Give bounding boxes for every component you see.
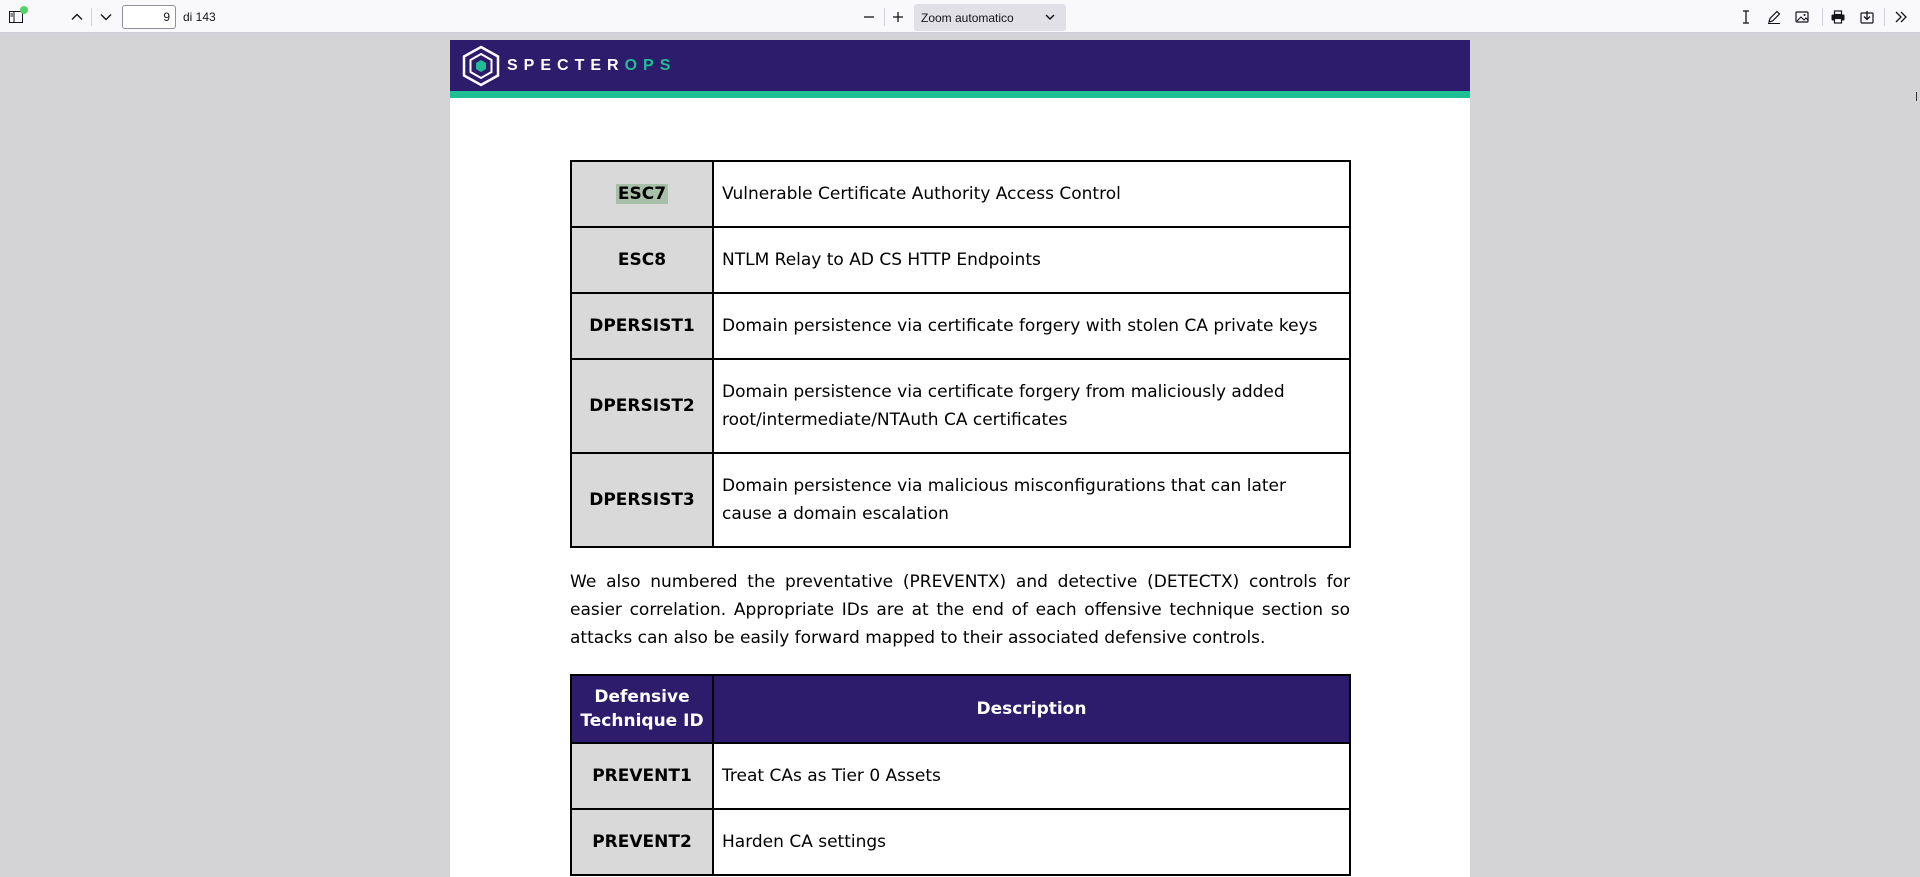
specterops-logo-icon xyxy=(462,45,500,87)
table-row: PREVENT1 Treat CAs as Tier 0 Assets xyxy=(570,742,1351,810)
technique-id-cell: PREVENT2 xyxy=(570,808,714,876)
technique-id-cell: DPERSIST1 xyxy=(570,292,714,360)
save-button[interactable] xyxy=(1855,5,1879,29)
table-header-row: Defensive Technique ID Description xyxy=(570,674,1351,744)
technique-desc-cell: Harden CA settings xyxy=(712,808,1351,876)
plus-icon xyxy=(893,12,903,22)
text-cursor-icon xyxy=(1743,10,1749,24)
column-header-description: Description xyxy=(712,674,1351,744)
technique-id-cell: PREVENT1 xyxy=(570,742,714,810)
defensive-technique-table: Defensive Technique ID Description PREVE… xyxy=(570,674,1351,876)
technique-id-cell: DPERSIST2 xyxy=(570,358,714,454)
image-icon xyxy=(1795,11,1809,23)
technique-id-cell: ESC7 xyxy=(570,160,714,228)
technique-id-cell: ESC8 xyxy=(570,226,714,294)
scrollbar[interactable] xyxy=(1916,92,1917,101)
technique-id-cell: DPERSIST3 xyxy=(570,452,714,548)
technique-desc-cell: NTLM Relay to AD CS HTTP Endpoints xyxy=(712,226,1351,294)
table-row: ESC7 Vulnerable Certificate Authority Ac… xyxy=(570,160,1351,228)
zoom-select-value: Zoom automatico xyxy=(921,10,1014,25)
pdf-toolbar: di 143 Zoom automatico xyxy=(0,0,1920,33)
zoom-out-button[interactable] xyxy=(857,5,881,29)
page-header-banner: SPECTEROPS xyxy=(450,40,1470,98)
technique-desc-cell: Domain persistence via certificate forge… xyxy=(712,358,1351,454)
next-page-button[interactable] xyxy=(94,5,118,29)
table-row: ESC8 NTLM Relay to AD CS HTTP Endpoints xyxy=(570,226,1351,294)
search-highlight: ESC7 xyxy=(615,184,669,204)
minus-icon xyxy=(864,16,874,18)
body-paragraph: We also numbered the preventative (PREVE… xyxy=(570,572,1350,648)
chevron-up-icon xyxy=(71,13,83,20)
technique-desc-cell: Domain persistence via certificate forge… xyxy=(712,292,1351,360)
chevron-down-icon xyxy=(100,14,112,21)
image-tool-button[interactable] xyxy=(1790,5,1814,29)
page-number-input[interactable] xyxy=(122,5,176,29)
notification-dot-icon xyxy=(20,6,28,14)
printer-icon xyxy=(1831,10,1845,24)
technique-desc-cell: Treat CAs as Tier 0 Assets xyxy=(712,742,1351,810)
previous-page-button[interactable] xyxy=(65,5,89,29)
table-row: DPERSIST1 Domain persistence via certifi… xyxy=(570,292,1351,360)
specterops-logo-text: SPECTEROPS xyxy=(507,57,677,74)
draw-tool-button[interactable] xyxy=(1762,5,1786,29)
table-row: DPERSIST3 Domain persistence via malicio… xyxy=(570,452,1351,548)
download-icon xyxy=(1860,11,1874,24)
text-tool-button[interactable] xyxy=(1734,5,1758,29)
table-row: PREVENT2 Harden CA settings xyxy=(570,808,1351,876)
print-button[interactable] xyxy=(1826,5,1850,29)
table-row: DPERSIST2 Domain persistence via certifi… xyxy=(570,358,1351,454)
double-chevron-right-icon xyxy=(1895,11,1907,23)
technique-desc-cell: Domain persistence via malicious misconf… xyxy=(712,452,1351,548)
pdf-page: SPECTEROPS ESC7 Vulnerable Certificate A… xyxy=(450,40,1470,877)
offensive-technique-table: ESC7 Vulnerable Certificate Authority Ac… xyxy=(570,160,1351,548)
zoom-select[interactable]: Zoom automatico xyxy=(914,4,1066,31)
chevron-down-icon xyxy=(1045,14,1055,21)
zoom-in-button[interactable] xyxy=(886,5,910,29)
page-total-label: di 143 xyxy=(183,10,216,24)
column-header-id: Defensive Technique ID xyxy=(570,674,714,744)
pencil-icon xyxy=(1768,10,1781,24)
tools-menu-button[interactable] xyxy=(1889,5,1913,29)
technique-desc-cell: Vulnerable Certificate Authority Access … xyxy=(712,160,1351,228)
